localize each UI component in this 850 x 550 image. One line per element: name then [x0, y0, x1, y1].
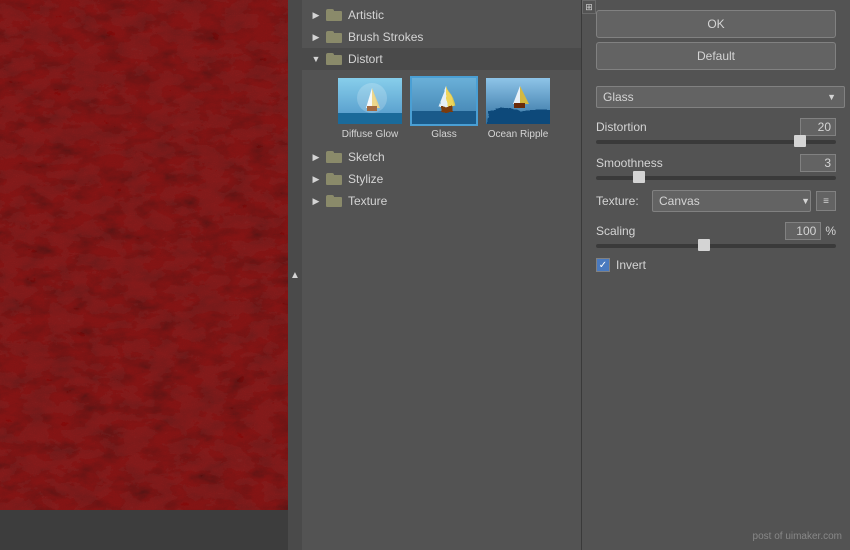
texture-label: Texture:: [596, 194, 646, 208]
thumb-img-diffuse-glow: [336, 76, 404, 126]
distortion-slider-thumb[interactable]: [794, 135, 806, 147]
expand-icon[interactable]: ⊞: [582, 0, 596, 14]
distortion-input[interactable]: [800, 118, 836, 136]
filter-tree-panel: Artistic Brush Strokes Distort: [302, 0, 582, 550]
left-panel: [0, 0, 300, 550]
watermark: post of uimaker.com: [753, 531, 842, 542]
tree-arrow-artistic: [310, 9, 322, 21]
scaling-param: Scaling %: [596, 222, 836, 248]
folder-icon-distort: [326, 53, 342, 65]
scaling-input[interactable]: [785, 222, 821, 240]
smoothness-label: Smoothness: [596, 156, 663, 170]
thumbnails-container: Diffuse Glow: [302, 70, 581, 146]
scaling-slider-track[interactable]: [596, 244, 836, 248]
expand-icon-symbol: ⊞: [585, 2, 593, 13]
thumb-diffuse-glow[interactable]: Diffuse Glow: [336, 76, 404, 140]
tree-arrow-distort: [310, 53, 322, 65]
tree-arrow-brush-strokes: [310, 31, 322, 43]
tree-item-brush-strokes[interactable]: Brush Strokes: [302, 26, 581, 48]
smoothness-param: Smoothness: [596, 154, 836, 180]
distortion-label: Distortion: [596, 120, 647, 134]
tree-arrow-stylize: [310, 173, 322, 185]
distortion-slider-track[interactable]: [596, 140, 836, 144]
image-preview: [0, 0, 300, 510]
smoothness-slider-thumb[interactable]: [633, 171, 645, 183]
thumb-glass[interactable]: Glass: [410, 76, 478, 140]
tree-arrow-sketch: [310, 151, 322, 163]
tree-item-artistic[interactable]: Artistic: [302, 4, 581, 26]
default-button[interactable]: Default: [596, 42, 836, 70]
smoothness-input[interactable]: [800, 154, 836, 172]
tree-label-brush-strokes: Brush Strokes: [348, 30, 423, 44]
filter-dropdown-row: Glass ▼: [596, 86, 836, 108]
tree-item-stylize[interactable]: Stylize: [302, 168, 581, 190]
right-panel: ⊞ OK Default Glass ▼ Distortion Smooth: [582, 0, 850, 550]
folder-icon-sketch: [326, 151, 342, 163]
folder-icon-brush-strokes: [326, 31, 342, 43]
tree-item-texture[interactable]: Texture: [302, 190, 581, 212]
tree-item-distort[interactable]: Distort: [302, 48, 581, 70]
thumb-img-glass: [410, 76, 478, 126]
thumb-label-ocean-ripple: Ocean Ripple: [488, 129, 549, 140]
tree-arrow-texture: [310, 195, 322, 207]
thumb-label-diffuse-glow: Diffuse Glow: [342, 129, 399, 140]
tree-label-sketch: Sketch: [348, 150, 385, 164]
folder-icon-texture: [326, 195, 342, 207]
invert-label: Invert: [616, 258, 646, 272]
collapse-panel-button[interactable]: [288, 0, 302, 550]
tree-label-artistic: Artistic: [348, 8, 384, 22]
ok-button[interactable]: OK: [596, 10, 836, 38]
thumb-img-ocean-ripple: [484, 76, 552, 126]
tree-label-distort: Distort: [348, 52, 383, 66]
folder-icon-artistic: [326, 9, 342, 21]
folder-icon-stylize: [326, 173, 342, 185]
thumb-label-glass: Glass: [431, 129, 457, 140]
scaling-label: Scaling: [596, 224, 635, 238]
invert-row: Invert: [596, 258, 836, 272]
filter-tree: Artistic Brush Strokes Distort: [302, 0, 581, 216]
invert-checkbox[interactable]: [596, 258, 610, 272]
scaling-unit: %: [825, 224, 836, 238]
texture-menu-button[interactable]: ≡: [816, 191, 836, 211]
texture-dropdown[interactable]: Canvas: [652, 190, 811, 212]
distortion-param: Distortion: [596, 118, 836, 144]
settings-area: Glass ▼ Distortion Smoothness: [582, 80, 850, 550]
tree-label-stylize: Stylize: [348, 172, 383, 186]
scaling-slider-thumb[interactable]: [698, 239, 710, 251]
texture-row: Texture: Canvas ▼ ≡: [596, 190, 836, 212]
thumb-ocean-ripple[interactable]: Ocean Ripple: [484, 76, 552, 140]
filter-dropdown[interactable]: Glass: [596, 86, 845, 108]
tree-label-texture: Texture: [348, 194, 387, 208]
tree-item-sketch[interactable]: Sketch: [302, 146, 581, 168]
smoothness-slider-track[interactable]: [596, 176, 836, 180]
